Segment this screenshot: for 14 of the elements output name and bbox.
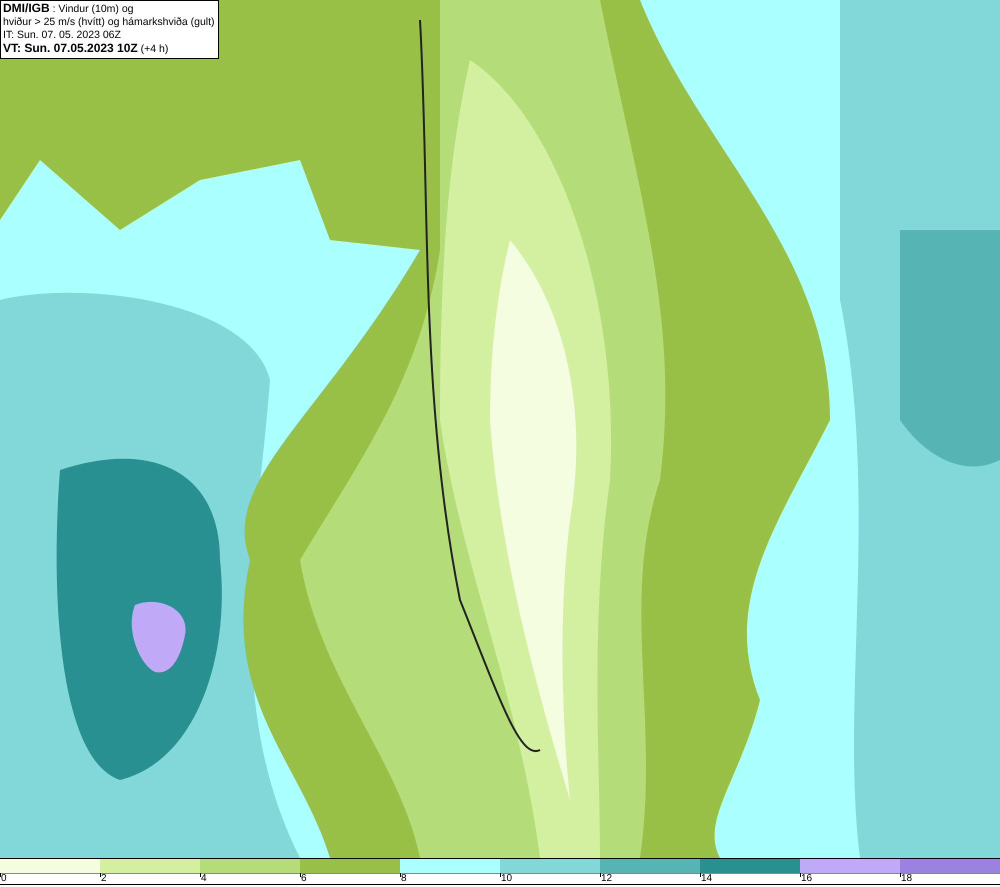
title-line: hviður > 25 m/s (hvítt) og hámarkshviða (gult) (3, 16, 215, 29)
title-line: VT: Sun. 07.05.2023 10Z (+4 h) (3, 42, 170, 56)
legend-label: 14 (701, 873, 712, 885)
legend-label: 6 (301, 873, 307, 885)
legend-label: 0 (1, 873, 7, 885)
legend-label: 2 (101, 873, 107, 885)
legend-label: 18 (901, 873, 912, 885)
title-line: IT: Sun. 07. 05. 2023 06Z (3, 29, 122, 42)
legend-label: 10 (501, 873, 512, 885)
legend-label: 4 (201, 873, 207, 885)
title-line: DMI/IGB : Vindur (10m) og (3, 2, 135, 16)
legend-label: 8 (401, 873, 407, 885)
legend-label: 16 (801, 873, 812, 885)
legend-label: 12 (601, 873, 612, 885)
